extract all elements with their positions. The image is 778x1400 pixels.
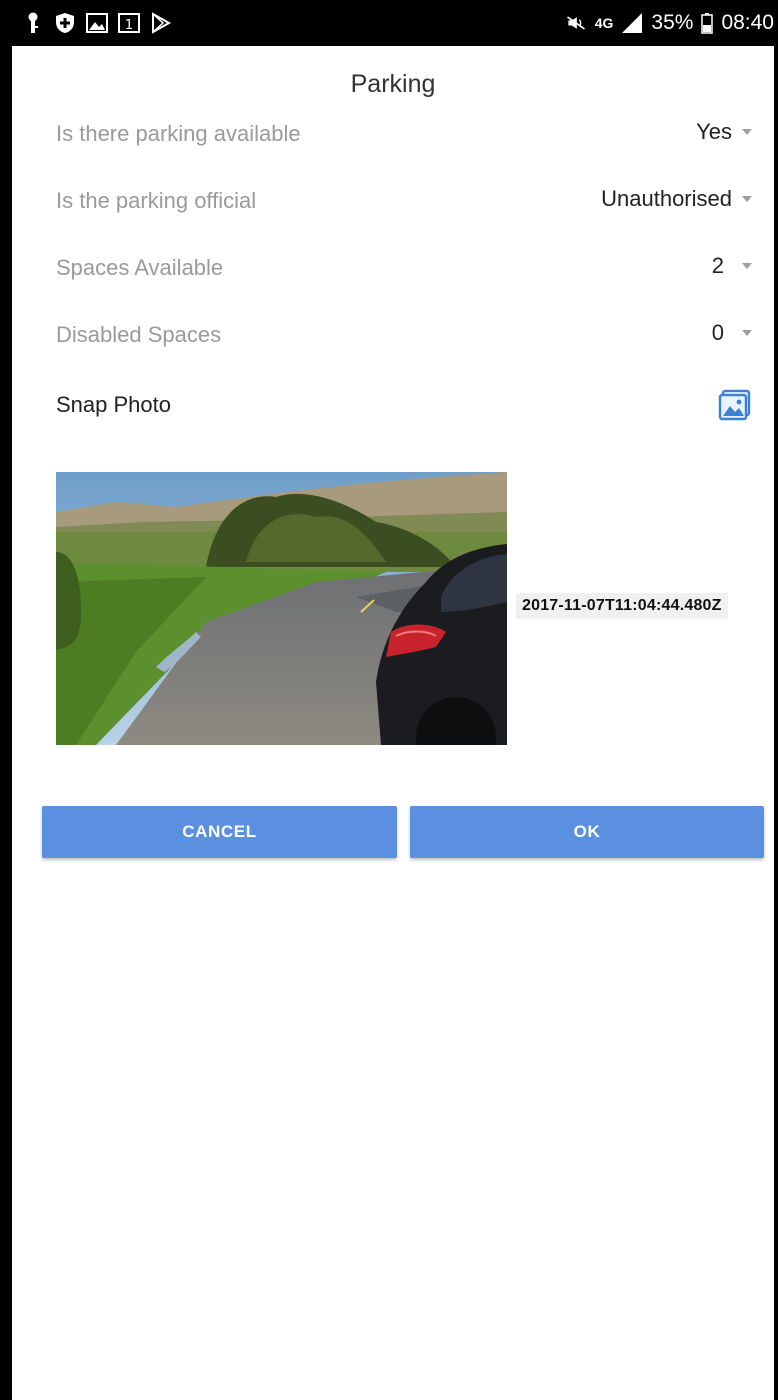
parking-photo	[56, 472, 507, 745]
photo-timestamp: 2017-11-07T11:04:44.480Z	[516, 593, 728, 619]
spaces-available-dropdown[interactable]: 2	[712, 253, 752, 279]
svg-text:1: 1	[125, 18, 133, 33]
field-label: Disabled Spaces	[56, 322, 222, 347]
status-bar: 1 4G 35% 08:40	[0, 0, 778, 46]
disabled-spaces-dropdown[interactable]: 0	[712, 320, 752, 346]
dropdown-value: Yes	[696, 119, 732, 144]
network-type: 4G	[594, 15, 614, 31]
signal-icon	[621, 12, 643, 34]
device-frame-right	[774, 0, 778, 1400]
ok-button[interactable]: OK	[410, 806, 764, 858]
field-label: Is the parking official	[56, 188, 257, 213]
parking-official-dropdown[interactable]: Unauthorised	[601, 186, 752, 212]
caret-down-icon	[742, 196, 752, 202]
shield-icon	[54, 12, 76, 34]
parking-available-dropdown[interactable]: Yes	[696, 119, 752, 145]
field-label: Spaces Available	[56, 255, 224, 280]
field-parking-official[interactable]: Is the parking official Unauthorised	[56, 182, 752, 222]
battery-percent: 35%	[651, 11, 694, 34]
field-label: Is there parking available	[56, 121, 301, 146]
caret-down-icon	[742, 330, 752, 336]
calendar-icon: 1	[118, 12, 140, 34]
gallery-icon	[86, 12, 108, 34]
dropdown-value: 0	[711, 320, 724, 345]
dropdown-value: 2	[711, 253, 724, 278]
field-parking-available[interactable]: Is there parking available Yes	[56, 115, 752, 155]
dialog-title: Parking	[350, 70, 436, 98]
caret-down-icon	[742, 263, 752, 269]
clock: 08:40	[721, 11, 774, 34]
field-spaces-available[interactable]: Spaces Available 2	[56, 249, 752, 289]
dropdown-value: Unauthorised	[601, 186, 732, 211]
mute-icon	[565, 12, 587, 34]
notification-icons: 1	[22, 10, 172, 36]
caret-down-icon	[742, 129, 752, 135]
play-store-icon	[150, 12, 172, 34]
key-icon	[22, 12, 44, 34]
field-disabled-spaces[interactable]: Disabled Spaces 0	[56, 316, 752, 356]
battery-icon	[701, 12, 714, 34]
system-icons: 4G 35% 08:40	[565, 9, 774, 37]
cancel-button[interactable]: CANCEL	[42, 806, 397, 858]
device-frame-left	[0, 0, 12, 1400]
photo-gallery-icon[interactable]	[718, 388, 752, 422]
snap-photo-label: Snap Photo	[56, 392, 171, 417]
